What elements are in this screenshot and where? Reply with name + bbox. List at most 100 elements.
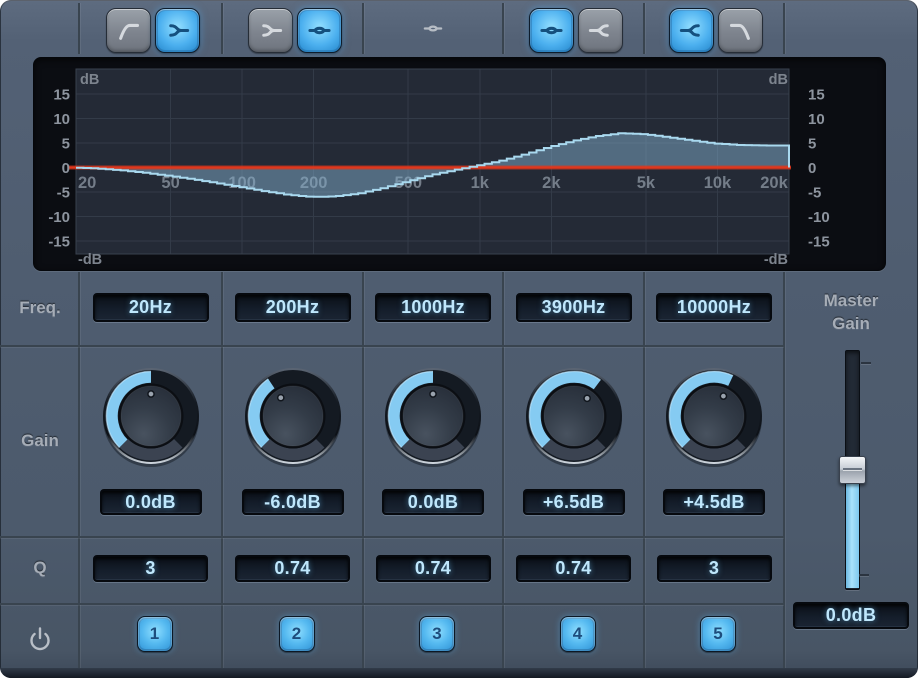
band-2-filtertype-peak-button[interactable] — [297, 8, 342, 53]
band-4-frequency-field[interactable]: 3900Hz — [516, 293, 632, 322]
svg-text:1k: 1k — [471, 174, 490, 192]
band-4-gain-value-field[interactable]: +6.5dB — [523, 489, 625, 515]
band-3-enable-button[interactable]: 3 — [419, 616, 455, 652]
band-2-filter-buttons — [248, 8, 342, 53]
band-3-frequency-field[interactable]: 1000Hz — [375, 293, 491, 322]
band-3-gain-value-field[interactable]: 0.0dB — [382, 489, 484, 515]
eq-plugin-background: 20501002005001k2k5k10k20k151510105500-5-… — [0, 0, 918, 678]
band-2-gain-knob[interactable] — [237, 360, 349, 472]
power-icon — [28, 626, 52, 652]
band-1-frequency-field[interactable]: 20Hz — [93, 293, 209, 322]
column-divider — [221, 272, 223, 668]
row-divider — [0, 536, 784, 538]
svg-text:10k: 10k — [704, 174, 732, 192]
highshelf-icon — [678, 17, 705, 44]
svg-text:-15: -15 — [48, 234, 70, 251]
q-row-label: Q — [33, 558, 46, 578]
band-5-frequency-field[interactable]: 10000Hz — [656, 293, 772, 322]
lowpass-icon — [727, 17, 754, 44]
svg-text:-5: -5 — [808, 185, 821, 202]
svg-text:15: 15 — [53, 87, 70, 104]
svg-text:15: 15 — [808, 87, 825, 104]
eq-plugin-window: 20501002005001k2k5k10k20k151510105500-5-… — [0, 0, 918, 678]
lowshelf-icon — [164, 17, 191, 44]
band-4-q-field[interactable]: 0.74 — [516, 555, 631, 582]
column-divider — [643, 3, 645, 54]
svg-text:10: 10 — [808, 111, 825, 128]
highpass-icon — [115, 17, 142, 44]
svg-text:-10: -10 — [808, 209, 830, 226]
svg-text:2k: 2k — [542, 174, 561, 192]
band-5-filtertype-highshelf-button[interactable] — [669, 8, 714, 53]
gain-row-label: Gain — [21, 431, 59, 451]
band-5-filter-buttons — [669, 8, 763, 53]
band-4-enable-button[interactable]: 4 — [560, 616, 596, 652]
svg-text:-5: -5 — [57, 185, 70, 202]
peak-icon — [538, 17, 565, 44]
svg-text:-dB: -dB — [78, 252, 102, 268]
band-4-gain-knob[interactable] — [518, 360, 630, 472]
row-divider — [0, 603, 784, 605]
band-3-gain-knob[interactable] — [377, 360, 489, 472]
peak-icon — [306, 17, 333, 44]
column-divider — [78, 272, 80, 668]
svg-text:dB: dB — [769, 72, 788, 88]
slider-max-tick — [861, 362, 871, 364]
lowshelf-icon — [257, 17, 284, 44]
column-divider — [78, 3, 80, 54]
band-2-gain-value-field[interactable]: -6.0dB — [242, 489, 344, 515]
column-divider — [502, 272, 504, 668]
column-divider — [643, 272, 645, 668]
svg-text:20: 20 — [78, 174, 96, 192]
band-2-q-field[interactable]: 0.74 — [235, 555, 350, 582]
band-5-q-field[interactable]: 3 — [657, 555, 772, 582]
highshelf-icon — [587, 17, 614, 44]
band-5-gain-value-field[interactable]: +4.5dB — [663, 489, 765, 515]
svg-text:dB: dB — [80, 72, 99, 88]
band-5-gain-knob[interactable] — [658, 360, 770, 472]
freq-row-label: Freq. — [19, 298, 61, 318]
band-4-filtertype-highshelf-button[interactable] — [578, 8, 623, 53]
column-divider — [783, 272, 785, 668]
svg-text:5: 5 — [808, 136, 816, 153]
band-1-gain-value-field[interactable]: 0.0dB — [100, 489, 202, 515]
svg-text:0: 0 — [808, 160, 816, 177]
svg-text:10: 10 — [53, 111, 70, 128]
band-1-filtertype-lowshelf-button[interactable] — [155, 8, 200, 53]
column-divider — [221, 3, 223, 54]
eq-response-graph[interactable]: 20501002005001k2k5k10k20k151510105500-5-… — [33, 57, 886, 271]
master-gain-label-line1: Master — [824, 291, 879, 311]
svg-text:20k: 20k — [760, 174, 788, 192]
svg-text:5: 5 — [62, 136, 70, 153]
row-divider — [0, 345, 784, 347]
band-3-q-field[interactable]: 0.74 — [376, 555, 491, 582]
band-2-enable-button[interactable]: 2 — [279, 616, 315, 652]
column-divider — [502, 3, 504, 54]
peak-icon — [419, 17, 447, 40]
eq-curve-display[interactable]: 20501002005001k2k5k10k20k151510105500-5-… — [34, 58, 885, 270]
master-gain-label-line2: Gain — [832, 314, 870, 334]
slider-min-tick — [859, 574, 869, 576]
band-5-enable-button[interactable]: 5 — [700, 616, 736, 652]
master-gain-slider-handle[interactable] — [839, 456, 866, 484]
master-gain-value-field[interactable]: 0.0dB — [793, 602, 909, 629]
band-3-peak-indicator — [419, 17, 447, 45]
svg-text:0: 0 — [62, 160, 70, 177]
svg-text:5k: 5k — [637, 174, 656, 192]
band-2-frequency-field[interactable]: 200Hz — [235, 293, 351, 322]
column-divider — [783, 3, 785, 54]
band-5-filtertype-lowpass-button[interactable] — [718, 8, 763, 53]
band-1-gain-knob[interactable] — [95, 360, 207, 472]
band-2-filtertype-lowshelf-button[interactable] — [248, 8, 293, 53]
svg-text:-10: -10 — [48, 209, 70, 226]
band-1-q-field[interactable]: 3 — [93, 555, 208, 582]
master-gain-slider-fill — [845, 482, 860, 588]
band-4-filtertype-peak-button[interactable] — [529, 8, 574, 53]
band-1-enable-button[interactable]: 1 — [137, 616, 173, 652]
svg-text:-15: -15 — [808, 234, 830, 251]
column-divider — [362, 272, 364, 668]
column-divider — [362, 3, 364, 54]
band-1-filter-buttons — [106, 8, 200, 53]
band-1-filtertype-highpass-button[interactable] — [106, 8, 151, 53]
window-bottom-rim — [0, 668, 918, 678]
